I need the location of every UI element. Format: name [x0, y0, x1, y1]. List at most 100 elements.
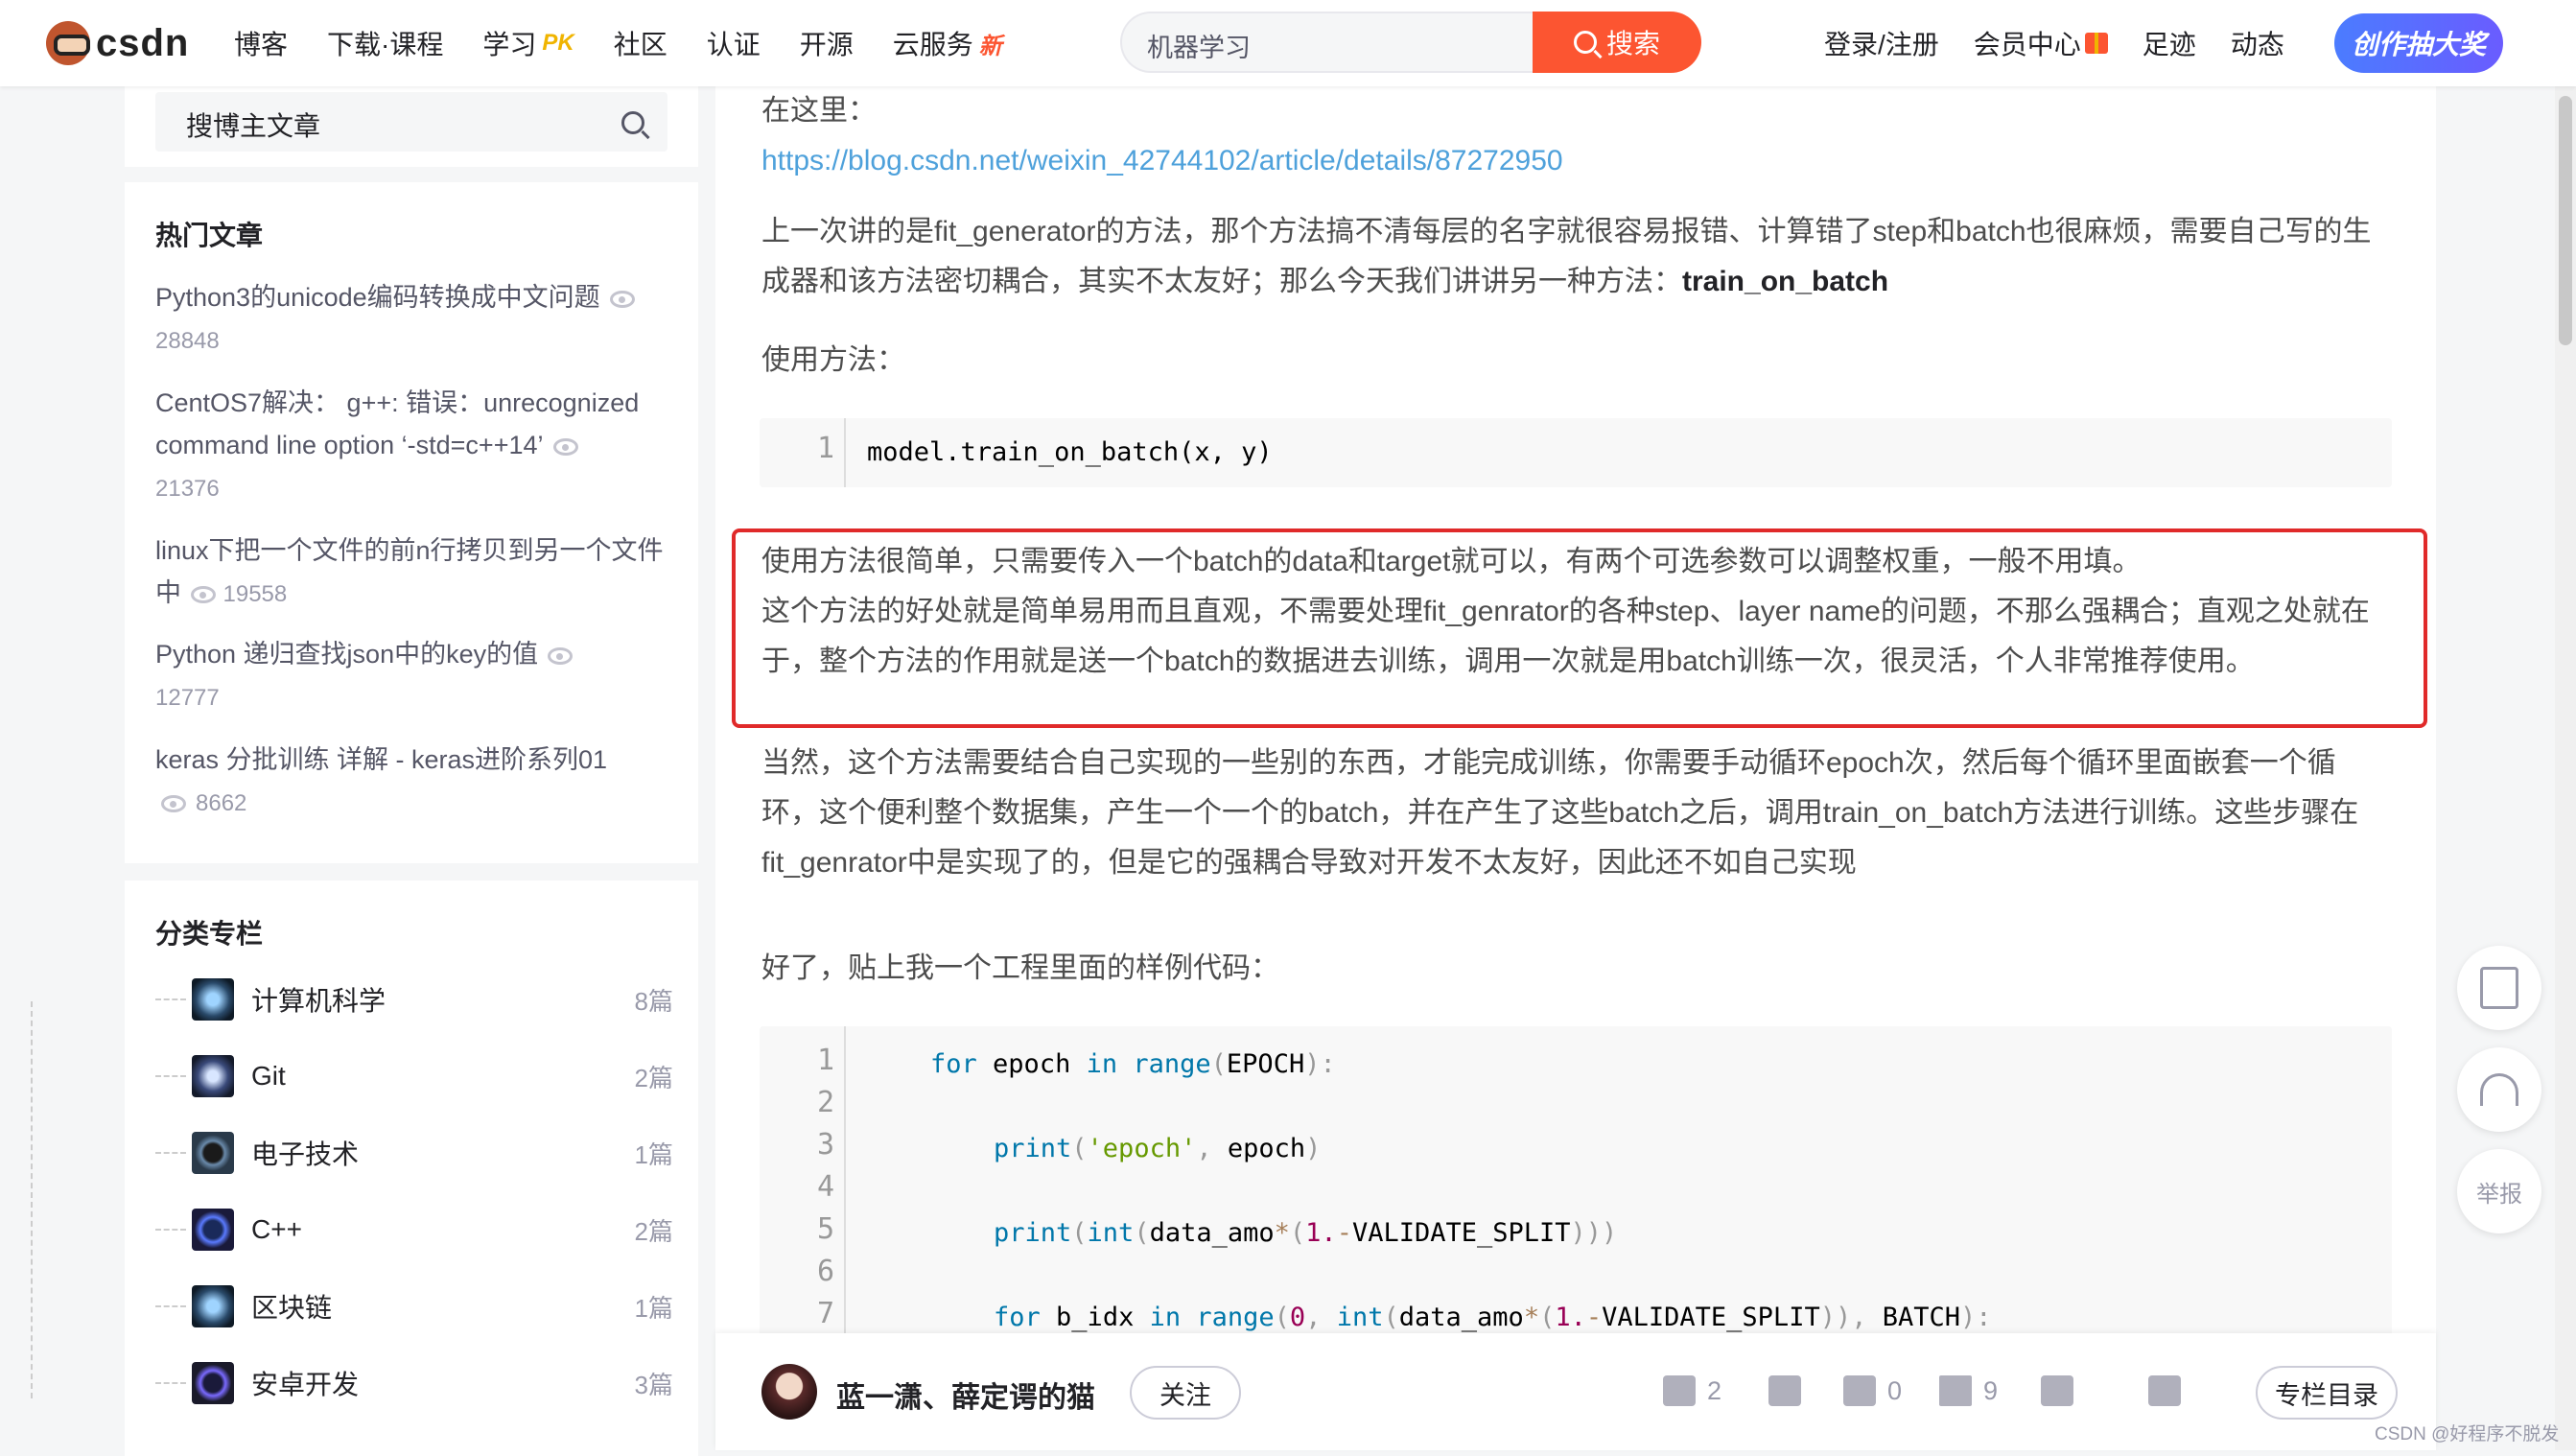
nav-cloud[interactable]: 云服务新 — [893, 24, 1002, 62]
logo-mascot-icon — [46, 21, 90, 65]
nav-community[interactable]: 社区 — [614, 24, 667, 62]
tree-connector — [155, 1305, 186, 1307]
category-item[interactable]: 电子技术 1篇 — [155, 1115, 673, 1191]
edit-note-button[interactable] — [2457, 946, 2541, 1030]
dislike-button[interactable] — [1768, 1375, 1801, 1406]
code-block-usage: 1 model.train_on_batch(x, y) — [760, 418, 2392, 487]
category-item[interactable]: C++ 2篇 — [155, 1191, 673, 1268]
hot-article-title: Python3的unicode编码转换成中文问题 — [155, 283, 600, 312]
category-name: 区块链 — [251, 1293, 333, 1323]
reference-link[interactable]: https://blog.csdn.net/weixin_42744102/ar… — [761, 136, 2392, 186]
favorite-button[interactable]: 9 — [1939, 1375, 1998, 1406]
like-button[interactable]: 2 — [1663, 1375, 1721, 1406]
tree-connector — [155, 1152, 186, 1154]
hot-article-item[interactable]: keras 分批训练 详解 - keras进阶系列01 8662 — [155, 739, 673, 825]
search-button-label: 搜索 — [1605, 29, 1660, 59]
nav-download-course[interactable]: 下载·课程 — [327, 24, 443, 62]
views-icon — [609, 290, 635, 308]
article-body: 在这里： https://blog.csdn.net/weixin_427441… — [715, 86, 2436, 1450]
follow-button[interactable]: 关注 — [1130, 1366, 1241, 1420]
nav-opensource[interactable]: 开源 — [800, 24, 854, 62]
star-icon — [1939, 1375, 1972, 1406]
code-line: print('epoch', epoch) — [994, 1134, 1322, 1163]
category-item[interactable]: 安卓开发 3篇 — [155, 1345, 673, 1421]
views-icon — [552, 437, 578, 456]
author-name[interactable]: 蓝一潇、薛定谔的猫 — [836, 1374, 1095, 1416]
share-icon — [2148, 1375, 2181, 1406]
vip-label: 会员中心 — [1973, 30, 2081, 59]
login-register-link[interactable]: 登录/注册 — [1824, 24, 1939, 62]
nav-learn[interactable]: 学习 PK — [482, 24, 574, 62]
headset-icon — [2480, 1073, 2518, 1106]
hot-article-item[interactable]: Python 递归查找json中的key的值 12777 — [155, 633, 673, 719]
reward-button[interactable] — [2041, 1375, 2073, 1406]
article-toolbar: 蓝一潇、薛定谔的猫 关注 2 0 9 专栏目录 — [715, 1333, 2436, 1450]
category-item[interactable]: 区块链 1篇 — [155, 1268, 673, 1345]
category-title: 分类专栏 — [155, 919, 264, 949]
line-number: 7 — [816, 1297, 834, 1330]
column-catalog-button[interactable]: 专栏目录 — [2256, 1366, 2398, 1420]
hot-article-item[interactable]: CentOS7解决： g++: 错误：unrecognized command … — [155, 382, 673, 510]
line-number: 1 — [816, 432, 834, 465]
category-item[interactable]: Git 2篇 — [155, 1038, 673, 1115]
code-line: model.train_on_batch(x, y) — [867, 432, 1273, 474]
create-lottery-button[interactable]: 创作抽大奖 — [2334, 13, 2503, 73]
line-number: 5 — [816, 1212, 834, 1246]
paragraph-usage: 使用方法： — [761, 344, 905, 376]
footprint-link[interactable]: 足迹 — [2143, 24, 2196, 62]
nav-blog[interactable]: 博客 — [234, 24, 288, 62]
vip-center-link[interactable]: 会员中心 — [1974, 24, 2108, 62]
line-number: 3 — [816, 1128, 834, 1162]
customer-service-button[interactable] — [2457, 1047, 2541, 1132]
line-number: 1 — [816, 1044, 834, 1077]
category-name: C++ — [251, 1214, 302, 1244]
nav-label: 下载·课程 — [327, 30, 444, 59]
category-column-card: 分类专栏 计算机科学 8篇 Git 2篇 电子技术 1篇 C++ 2篇 区块链 … — [125, 881, 698, 1456]
views-icon — [191, 585, 216, 603]
like-count: 2 — [1707, 1375, 1722, 1405]
category-count: 2篇 — [634, 1216, 673, 1246]
category-name: 计算机科学 — [251, 986, 386, 1016]
code-gutter — [844, 418, 846, 487]
line-number: 6 — [816, 1255, 834, 1288]
search-icon — [1573, 31, 1597, 54]
nav-label: 认证 — [706, 30, 761, 59]
nav-label: 云服务 — [892, 30, 973, 59]
csdn-logo[interactable]: csdn — [46, 17, 189, 69]
category-thumb-icon — [192, 1132, 234, 1174]
thumbs-up-icon — [1663, 1375, 1696, 1406]
nav-certification[interactable]: 认证 — [707, 24, 761, 62]
views-icon — [548, 646, 574, 665]
search-input[interactable]: 机器学习 — [1120, 12, 1534, 73]
category-item[interactable]: 计算机科学 8篇 — [155, 961, 673, 1038]
dynamic-link[interactable]: 动态 — [2231, 24, 2284, 62]
gift-icon — [2084, 33, 2108, 54]
views-icon — [161, 794, 186, 812]
hot-article-item[interactable]: linux下把一个文件的前n行拷贝到另一个文件中 19558 — [155, 529, 673, 616]
top-navbar: csdn 博客 下载·课程 学习 PK 社区 认证 开源 云服务新 机器学习 搜索… — [0, 0, 2576, 86]
paragraph-here: 在这里： — [761, 95, 877, 127]
hot-article-item[interactable]: Python3的unicode编码转换成中文问题 28848 — [155, 276, 673, 363]
share-button[interactable] — [2148, 1375, 2181, 1406]
hot-articles-title: 热门文章 — [155, 221, 264, 250]
author-avatar[interactable] — [761, 1364, 817, 1420]
nav-label: 开源 — [799, 30, 854, 59]
blogger-search-icon[interactable] — [606, 104, 660, 142]
comment-button[interactable]: 0 — [1843, 1375, 1902, 1406]
nav-label: 社区 — [613, 30, 667, 59]
tree-connector — [155, 998, 186, 1000]
search-button[interactable]: 搜索 — [1533, 12, 1701, 73]
views-count: 19558 — [222, 581, 288, 607]
report-label: 举报 — [2476, 1181, 2522, 1208]
category-thumb-icon — [192, 1362, 234, 1404]
code-line: for epoch in range(EPOCH): — [930, 1049, 1336, 1079]
category-thumb-icon — [192, 1209, 234, 1251]
scrollbar-thumb[interactable] — [2559, 96, 2572, 345]
yuan-icon — [2041, 1375, 2073, 1406]
views-count: 28848 — [155, 328, 220, 354]
report-button[interactable]: 举报 — [2457, 1149, 2541, 1233]
logo-text: csdn — [96, 21, 190, 64]
blogger-search-input[interactable]: 搜博主文章 — [155, 92, 667, 152]
category-name: Git — [251, 1061, 286, 1091]
comment-icon — [1843, 1375, 1876, 1406]
